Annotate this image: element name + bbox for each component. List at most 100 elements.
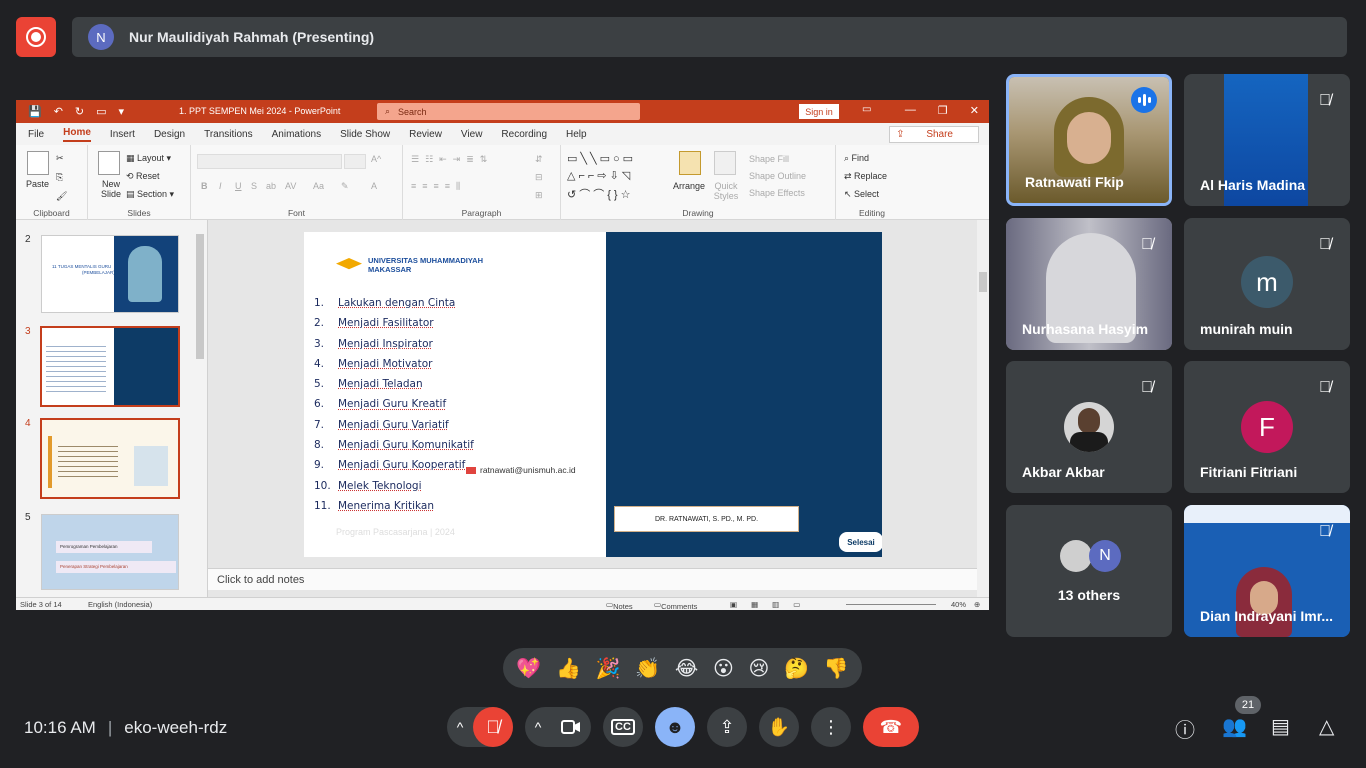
share-button[interactable]: ⇪ Share xyxy=(889,126,979,143)
shapes-gallery[interactable]: ▭╲╲▭○▭ xyxy=(567,152,636,165)
reaction-surprised[interactable]: 😮 xyxy=(713,656,734,681)
slide-thumbnail-3[interactable] xyxy=(40,326,180,407)
selesai-button[interactable]: Selesai xyxy=(839,532,882,552)
reaction-thumbs-down[interactable]: 👎 xyxy=(824,656,849,681)
camera-options-chevron-icon[interactable]: ^ xyxy=(525,719,551,735)
format-painter-icon[interactable]: 🖌 xyxy=(56,191,67,202)
reaction-clap[interactable]: 👏 xyxy=(635,656,660,681)
arrange-button[interactable]: Arrange xyxy=(673,181,705,191)
highlight-icon[interactable]: ✎ xyxy=(341,181,349,192)
ppt-search-box[interactable]: ⌕ Search xyxy=(377,103,640,120)
paste-button[interactable]: Paste xyxy=(26,179,49,189)
tab-view[interactable]: View xyxy=(461,129,483,140)
slide-thumbnail-5[interactable]: Pemrograman Pembelajaran Penerapan Strat… xyxy=(41,514,179,590)
shapes-gallery-row2[interactable]: △⌐⌐⇨⇩◹ xyxy=(567,169,633,182)
tab-insert[interactable]: Insert xyxy=(110,129,135,140)
presenter-bar[interactable]: N Nur Maulidiyah Rahmah (Presenting) xyxy=(72,17,1347,57)
smartart-icon[interactable]: ⊞ xyxy=(535,190,543,201)
participant-tile[interactable]: Ratnawati Fkip xyxy=(1006,74,1172,206)
participant-tile[interactable]: 🎙̸ Al Haris Madina xyxy=(1184,74,1350,206)
participant-tile[interactable]: m 🎙̸ munirah muin xyxy=(1184,218,1350,350)
section-button[interactable]: ▤ Section ▾ xyxy=(126,189,174,200)
change-case-icon[interactable]: Aa xyxy=(313,181,324,191)
current-slide[interactable]: UNIVERSITAS MUHAMMADIYAH MAKASSAR 1. Laku… xyxy=(304,232,882,557)
new-slide-button[interactable]: New Slide xyxy=(96,179,126,199)
quick-styles-icon[interactable] xyxy=(714,151,736,175)
slide-thumbnail-2[interactable]: 11 TUGAS MENTALIS GURU (PEMBELAJAR) xyxy=(41,235,179,313)
cut-icon[interactable]: ✂ xyxy=(56,153,64,164)
customize-qat-icon[interactable]: ▾ xyxy=(119,105,125,118)
slide-thumbnail-4[interactable] xyxy=(40,418,180,499)
undo-icon[interactable]: ↶ xyxy=(54,105,63,118)
meeting-details-icon[interactable]: ⓘ xyxy=(1175,714,1195,743)
tab-recording[interactable]: Recording xyxy=(501,129,547,140)
present-icon[interactable]: ▭ xyxy=(96,105,106,118)
find-button[interactable]: ⌕ Find xyxy=(844,153,869,164)
chat-icon[interactable]: ▤ xyxy=(1271,714,1290,739)
text-direction-icon[interactable]: ⇵ xyxy=(535,154,543,165)
present-button[interactable]: ⇪ xyxy=(707,707,747,747)
strikethrough-icon[interactable]: S xyxy=(251,181,257,191)
tab-transitions[interactable]: Transitions xyxy=(204,129,253,140)
minimize-icon[interactable]: — xyxy=(905,104,916,117)
new-slide-icon[interactable] xyxy=(98,151,120,175)
maximize-icon[interactable]: ❐ xyxy=(938,104,948,117)
reaction-heart[interactable]: 💖 xyxy=(516,656,541,681)
participant-tile[interactable]: F 🎙̸ Fitriani Fitriani xyxy=(1184,361,1350,493)
save-icon[interactable]: 💾 xyxy=(28,105,42,118)
captions-button[interactable]: CC xyxy=(603,707,643,747)
zoom-level[interactable]: 40% xyxy=(951,600,966,609)
reactions-button[interactable]: ☻ xyxy=(655,707,695,747)
language-status[interactable]: English (Indonesia) xyxy=(88,600,152,609)
arrange-icon[interactable] xyxy=(679,151,701,175)
tab-review[interactable]: Review xyxy=(409,129,442,140)
meeting-code[interactable]: eko-weeh-rdz xyxy=(124,718,227,738)
tab-home[interactable]: Home xyxy=(63,127,91,142)
activities-icon[interactable]: △ xyxy=(1319,714,1334,739)
reaction-thinking[interactable]: 🤔 xyxy=(784,656,809,681)
sign-in-button[interactable]: Sign in xyxy=(799,104,839,119)
font-grow-icon[interactable]: A^ xyxy=(371,154,381,164)
redo-icon[interactable]: ↻ xyxy=(75,105,84,118)
underline-icon[interactable]: U xyxy=(235,181,242,191)
close-icon[interactable]: ✕ xyxy=(970,104,979,117)
leave-call-button[interactable]: ☎ xyxy=(863,707,919,747)
fit-slide-icon[interactable]: ⊕ xyxy=(974,600,980,609)
italic-icon[interactable]: I xyxy=(219,181,222,191)
more-options-button[interactable]: ⋮ xyxy=(811,707,851,747)
tab-file[interactable]: File xyxy=(28,129,44,140)
list-icons[interactable]: ☰☷⇤⇥≣⇅ xyxy=(411,154,493,165)
tab-help[interactable]: Help xyxy=(566,129,587,140)
participant-tile[interactable]: 🎙̸ Nurhasana Hasyim xyxy=(1006,218,1172,350)
copy-icon[interactable]: ⎘ xyxy=(56,172,63,183)
comments-toggle[interactable]: ▭ Comments xyxy=(654,600,697,610)
tab-slide-show[interactable]: Slide Show xyxy=(340,129,390,140)
thumbnails-scrollbar[interactable] xyxy=(195,224,205,594)
reset-button[interactable]: ⟲ Reset xyxy=(126,171,160,182)
align-text-icon[interactable]: ⊟ xyxy=(535,172,543,183)
view-buttons[interactable]: ▣▦▥▭ xyxy=(730,600,814,609)
people-icon[interactable]: 👥 xyxy=(1222,714,1247,739)
mic-off-button[interactable]: 🎙̸ xyxy=(473,707,513,747)
zoom-slider[interactable] xyxy=(846,604,936,605)
bold-icon[interactable]: B xyxy=(201,181,208,191)
char-spacing-icon[interactable]: ab xyxy=(266,181,276,191)
layout-button[interactable]: ▦ Layout ▾ xyxy=(126,153,171,164)
char-spacing-icon-2[interactable]: AV xyxy=(285,181,296,191)
replace-button[interactable]: ⇄ Replace xyxy=(844,171,887,182)
notes-field[interactable]: Click to add notes xyxy=(208,568,977,590)
align-icons[interactable]: ≡≡≡≡⫼ xyxy=(411,181,466,192)
shape-fill-button[interactable]: Shape Fill xyxy=(749,154,789,164)
slide-scrollbar[interactable] xyxy=(977,220,989,598)
shape-outline-button[interactable]: Shape Outline xyxy=(749,171,806,181)
select-button[interactable]: ↖ Select xyxy=(844,189,879,200)
mic-options-chevron-icon[interactable]: ^ xyxy=(447,719,473,735)
paste-icon[interactable] xyxy=(27,151,49,175)
font-size-select[interactable] xyxy=(344,154,366,169)
reaction-laugh[interactable]: 😂 xyxy=(675,656,698,681)
participant-tile[interactable]: 🎙̸ Dian Indrayani Imr... xyxy=(1184,505,1350,637)
quick-styles-button[interactable]: Quick Styles xyxy=(711,181,741,201)
ribbon-display-icon[interactable]: ▭ xyxy=(862,104,871,115)
camera-button[interactable] xyxy=(551,707,591,747)
raise-hand-button[interactable]: ✋ xyxy=(759,707,799,747)
